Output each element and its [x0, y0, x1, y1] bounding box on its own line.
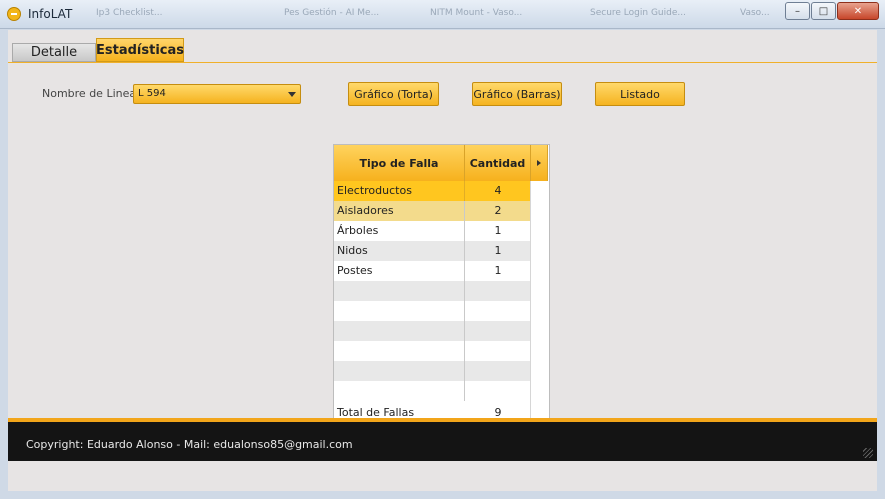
app-window: InfoLAT Ip3 Checklist... Pes Gestión - A…	[0, 0, 885, 499]
background-tab-hint: Vaso...	[740, 8, 770, 18]
column-header-tipo[interactable]: Tipo de Falla	[334, 145, 465, 181]
line-name-label: Nombre de Linea:	[42, 87, 140, 100]
minimize-button[interactable]: –	[785, 2, 810, 20]
tab-divider	[8, 62, 877, 63]
background-tab-hint: Pes Gestión - AI Me...	[284, 8, 380, 18]
table-row[interactable]: Postes 1	[334, 261, 531, 281]
table-row[interactable]: Aisladores 2	[334, 201, 531, 221]
bar-chart-button[interactable]: Gráfico (Barras)	[472, 82, 562, 106]
vertical-scrollbar[interactable]	[530, 181, 549, 423]
chevron-right-icon	[537, 160, 541, 166]
faults-table[interactable]: Tipo de Falla Cantidad Electroductos 4 A…	[333, 144, 550, 424]
table-row[interactable]: Electroductos 4	[334, 181, 531, 201]
table-cell: 4	[494, 184, 502, 197]
table-cell: Nidos	[334, 241, 465, 261]
background-tab-hint: Ip3 Checklist...	[96, 8, 163, 18]
resize-grip-icon[interactable]	[863, 448, 873, 458]
background-tab-hint: NITM Mount - Vaso...	[430, 8, 523, 18]
table-cell: 1	[494, 244, 502, 257]
empty-row	[334, 381, 531, 401]
empty-row	[334, 341, 531, 361]
chevron-down-icon[interactable]	[288, 92, 296, 97]
close-icon: ✕	[853, 5, 863, 17]
line-select[interactable]: L 594	[133, 84, 301, 104]
title-bar[interactable]: InfoLAT Ip3 Checklist... Pes Gestión - A…	[0, 0, 885, 29]
column-header-cantidad[interactable]: Cantidad	[465, 145, 531, 181]
scroll-right-button[interactable]	[531, 145, 548, 181]
empty-row	[334, 281, 531, 301]
table-header: Tipo de Falla Cantidad	[334, 145, 548, 181]
table-cell: Electroductos	[334, 181, 465, 201]
empty-row	[334, 321, 531, 341]
app-logo-icon	[7, 7, 21, 21]
minimize-icon: –	[795, 5, 800, 17]
table-cell: Postes	[334, 261, 465, 281]
empty-row	[334, 301, 531, 321]
window-title: InfoLAT	[28, 7, 73, 21]
table-cell: Aisladores	[334, 201, 465, 221]
close-button[interactable]: ✕	[837, 2, 879, 20]
tab-detalle[interactable]: Detalle	[12, 43, 96, 62]
maximize-button[interactable]: □	[811, 2, 836, 20]
pie-chart-button[interactable]: Gráfico (Torta)	[348, 82, 439, 106]
table-cell: 2	[494, 204, 502, 217]
table-cell: 1	[494, 264, 502, 277]
tab-estadisticas[interactable]: Estadísticas	[96, 38, 184, 62]
table-cell: 1	[494, 224, 502, 237]
table-cell: Árboles	[334, 221, 465, 241]
copyright-text: Copyright: Eduardo Alonso - Mail: edualo…	[26, 438, 353, 451]
list-button[interactable]: Listado	[595, 82, 685, 106]
empty-row	[334, 361, 531, 381]
footer-bar: Copyright: Eduardo Alonso - Mail: edualo…	[8, 418, 877, 461]
background-tab-hint: Secure Login Guide...	[590, 8, 686, 18]
table-row[interactable]: Nidos 1	[334, 241, 531, 261]
table-row[interactable]: Árboles 1	[334, 221, 531, 241]
line-select-value: L 594	[138, 88, 166, 99]
maximize-icon: □	[818, 5, 829, 17]
